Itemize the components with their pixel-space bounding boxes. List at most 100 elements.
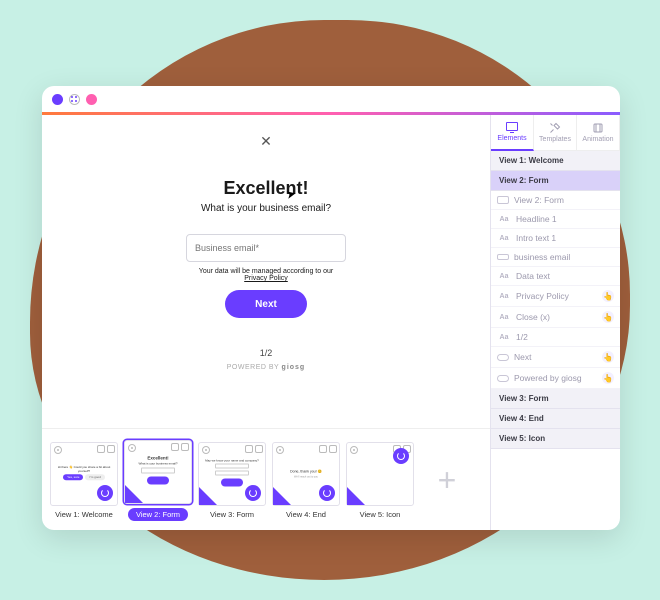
data-text-content: Your data will be managed according to o… — [199, 268, 333, 275]
corner-decoration — [347, 487, 365, 505]
target-icon — [276, 446, 284, 454]
thumb-view-5[interactable] — [346, 442, 414, 506]
app-window: ✕ Excellent! What is your business email… — [42, 86, 620, 530]
layer-name: Headline 1 — [516, 214, 614, 224]
text-icon: Aa — [497, 312, 511, 322]
thumb-label: View 2: Form — [128, 508, 188, 521]
editor-pane: ✕ Excellent! What is your business email… — [42, 115, 490, 530]
text-icon: Aa — [497, 332, 511, 342]
thumb-tools — [171, 443, 189, 451]
thumb-label: View 3: Form — [210, 510, 254, 519]
close-icon[interactable]: ✕ — [260, 133, 272, 150]
layer-business-email[interactable]: business email — [491, 248, 620, 267]
data-text: Your data will be managed according to o… — [199, 268, 333, 282]
frame-icon — [497, 196, 509, 204]
thumb-preview: Excellent! What is your business email? — [130, 456, 186, 486]
layer-name: Close (x) — [516, 312, 597, 322]
text-icon: Aa — [497, 233, 511, 243]
content-area: ✕ Excellent! What is your business email… — [42, 115, 620, 530]
layer-view-frame[interactable]: View 2: Form — [491, 191, 620, 210]
window-control-close[interactable] — [52, 94, 63, 105]
layer-name: Powered by giosg — [514, 373, 597, 383]
add-view-button[interactable]: + — [426, 460, 468, 502]
thumb-view-1[interactable]: Hi there 👋 Could you share a bit about y… — [50, 442, 118, 506]
powered-brand: giosg — [282, 364, 306, 371]
layer-headline[interactable]: Aa Headline 1 — [491, 210, 620, 229]
corner-decoration — [273, 487, 291, 505]
layer-name: View 2: Form — [514, 195, 614, 205]
group-view-2[interactable]: View 2: Form — [491, 171, 620, 191]
input-icon — [497, 254, 509, 260]
thumb-tools — [97, 445, 115, 453]
thumb-view-2[interactable]: Excellent! What is your business email? — [124, 440, 192, 504]
thumb-tools — [245, 445, 263, 453]
canvas: ✕ Excellent! What is your business email… — [42, 115, 490, 428]
layer-name: Intro text 1 — [516, 233, 614, 243]
thumb-view-3[interactable]: May we know your name and company? — [198, 442, 266, 506]
layer-powered-by[interactable]: Powered by giosg 👆 — [491, 368, 620, 389]
thumb-preview: Done, thank you! 😊 We'll reach out to yo… — [278, 469, 334, 479]
thumb-label: View 4: End — [286, 510, 326, 519]
window-control-maximize[interactable] — [86, 94, 97, 105]
tab-templates[interactable]: Templates — [534, 115, 577, 151]
thumb-preview: Hi there 👋 Could you share a bit about y… — [56, 465, 112, 481]
target-icon — [350, 446, 358, 454]
pager-text: 1/2 — [260, 348, 273, 358]
layer-name: Next — [514, 352, 597, 362]
corner-decoration — [199, 487, 217, 505]
inspector-panel: Elements Templates Animation View 1: Wel… — [490, 115, 620, 530]
monitor-icon — [506, 122, 518, 133]
text-icon: Aa — [497, 214, 511, 224]
text-icon: Aa — [497, 291, 511, 301]
layer-name: Data text — [516, 271, 614, 281]
target-icon — [128, 444, 136, 452]
button-icon — [497, 375, 509, 382]
target-icon — [202, 446, 210, 454]
group-view-5[interactable]: View 5: Icon — [491, 429, 620, 449]
tab-elements[interactable]: Elements — [491, 115, 534, 151]
layer-data-text[interactable]: Aa Data text — [491, 267, 620, 286]
film-icon — [592, 122, 604, 134]
layer-name: Privacy Policy — [516, 291, 597, 301]
intro-text[interactable]: What is your business email? — [201, 203, 331, 214]
tools-icon — [549, 122, 561, 134]
fab-icon — [245, 485, 261, 501]
window-control-minimize[interactable] — [69, 94, 80, 105]
thumb-view-4[interactable]: Done, thank you! 😊 We'll reach out to yo… — [272, 442, 340, 506]
thumb-label: View 1: Welcome — [55, 510, 113, 519]
group-view-3[interactable]: View 3: Form — [491, 389, 620, 409]
interaction-icon: 👆 — [602, 290, 614, 302]
layer-next[interactable]: Next 👆 — [491, 347, 620, 368]
text-icon: Aa — [497, 271, 511, 281]
tab-label: Elements — [497, 135, 526, 142]
layer-pager[interactable]: Aa 1/2 — [491, 328, 620, 347]
next-button[interactable]: Next — [225, 290, 307, 318]
business-email-input[interactable] — [186, 234, 346, 262]
interaction-icon: 👆 — [602, 311, 614, 323]
powered-prefix: POWERED BY — [227, 364, 279, 371]
target-icon — [54, 446, 62, 454]
layer-intro-text[interactable]: Aa Intro text 1 — [491, 229, 620, 248]
layer-privacy-policy[interactable]: Aa Privacy Policy 👆 — [491, 286, 620, 307]
layer-close[interactable]: Aa Close (x) 👆 — [491, 307, 620, 328]
tab-label: Animation — [582, 136, 613, 143]
fab-icon — [97, 485, 113, 501]
view-thumbnails: Hi there 👋 Could you share a bit about y… — [42, 428, 490, 530]
interaction-icon: 👆 — [602, 351, 614, 363]
corner-decoration — [125, 485, 143, 503]
thumb-tools — [319, 445, 337, 453]
thumb-preview: May we know your name and company? — [204, 458, 260, 488]
layer-name: 1/2 — [516, 332, 614, 342]
tab-animation[interactable]: Animation — [577, 115, 620, 151]
tab-label: Templates — [539, 136, 571, 143]
inspector-tabs: Elements Templates Animation — [491, 115, 620, 151]
privacy-policy-link[interactable]: Privacy Policy — [244, 275, 288, 282]
layer-list: View 1: Welcome View 2: Form View 2: For… — [491, 151, 620, 530]
layer-name: business email — [514, 252, 614, 262]
interaction-icon: 👆 — [602, 372, 614, 384]
group-view-1[interactable]: View 1: Welcome — [491, 151, 620, 171]
fab-icon — [319, 485, 335, 501]
group-view-4[interactable]: View 4: End — [491, 409, 620, 429]
button-icon — [497, 354, 509, 361]
powered-by[interactable]: POWERED BY giosg — [227, 364, 305, 371]
